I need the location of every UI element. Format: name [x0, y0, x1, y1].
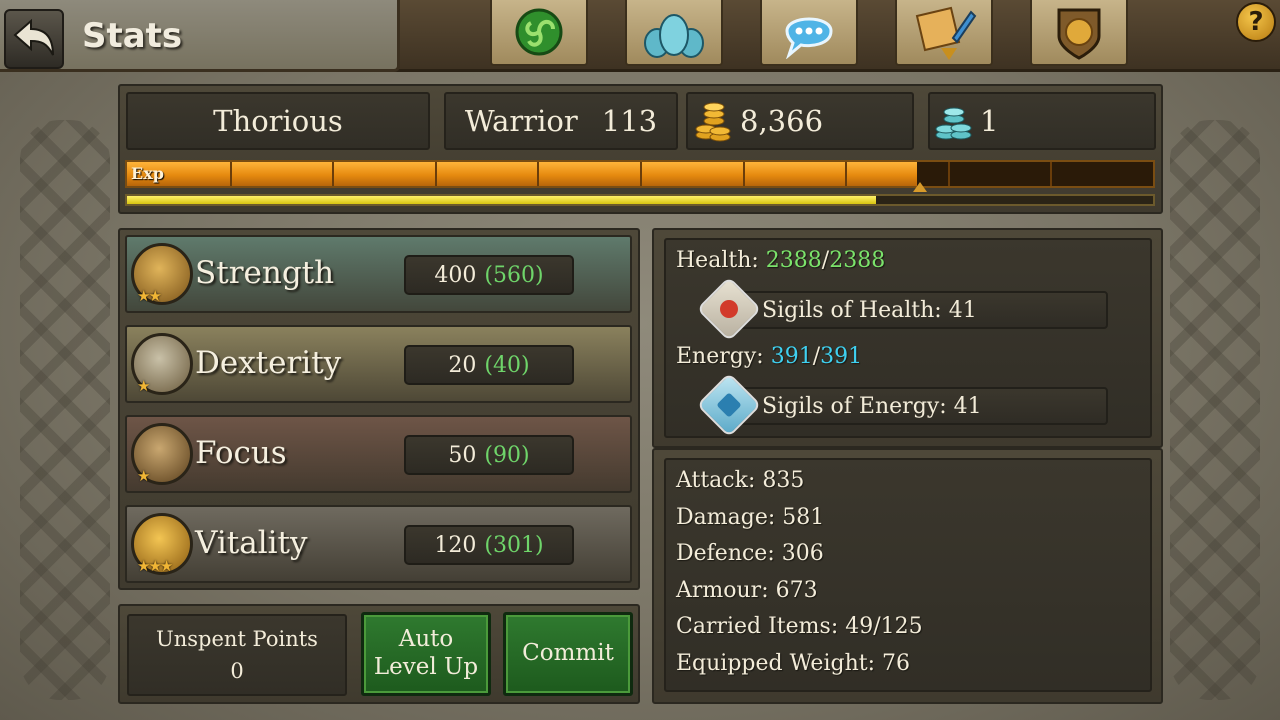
help-button[interactable]: ? [1236, 2, 1276, 42]
strength-total: (560) [484, 262, 544, 288]
chat-icon [785, 17, 833, 59]
experience-segment-divider [332, 162, 335, 186]
secondary-progress-fill [127, 196, 876, 204]
platinum-amount: 1 [980, 104, 999, 138]
attribute-name: Dexterity [195, 345, 342, 381]
commit-button[interactable]: Commit [503, 612, 633, 696]
auto-level-up-label-line2: Level Up [373, 654, 479, 680]
health-label: Health: [676, 248, 759, 273]
back-button[interactable] [4, 9, 64, 69]
commit-label: Commit [522, 640, 614, 667]
strength-stars: ★★ [137, 287, 162, 305]
attribute-row-focus: ★ Focus 50 (90) [125, 415, 632, 493]
sigils-of-energy: Sigils of Energy: 41 [762, 393, 982, 419]
strength-value: 400 (560) [404, 255, 574, 295]
combat-stat: Damage: 581 [676, 504, 825, 530]
unspent-points-value: 0 [230, 659, 244, 683]
experience-segment-divider [742, 162, 745, 186]
vitality-value: 120 (301) [404, 525, 574, 565]
experience-segment-divider [845, 162, 848, 186]
combat-stat: Defence: 306 [676, 541, 824, 567]
health-max: 2388 [829, 248, 886, 273]
nav-button-party[interactable] [625, 0, 723, 66]
guild-shield-icon [1057, 8, 1101, 60]
combat-stat: Attack: 835 [676, 468, 805, 493]
experience-segment-divider [947, 162, 950, 186]
page-title: Stats [82, 16, 183, 56]
focus-base: 50 [448, 442, 477, 468]
dexterity-value: 20 (40) [404, 345, 574, 385]
help-icon: ? [1248, 7, 1264, 37]
energy-label: Energy: [676, 344, 764, 369]
left-knot-decoration [20, 120, 110, 700]
experience-label: Exp [131, 164, 164, 183]
vitality-base: 120 [434, 532, 477, 558]
experience-segment-divider [537, 162, 540, 186]
energy-line: Energy: 391/391 [676, 344, 862, 369]
right-knot-decoration [1170, 120, 1260, 700]
vitality-total: (301) [484, 532, 544, 558]
experience-segment-divider [1050, 162, 1053, 186]
energy-max: 391 [820, 344, 863, 369]
attribute-name: Vitality [195, 525, 308, 561]
sigils-of-energy-box: Sigils of Energy: 41 [740, 387, 1108, 425]
combat-stat: Carried Items: 49/125 [676, 614, 923, 640]
experience-marker [913, 182, 927, 192]
experience-segment-divider [640, 162, 642, 186]
nav-button-quests[interactable] [895, 0, 993, 66]
nav-button-guild[interactable] [1030, 0, 1128, 66]
character-level: 113 [601, 104, 658, 138]
attribute-row-strength: ★★ Strength 400 (560) [125, 235, 632, 313]
energy-current: 391 [770, 344, 813, 369]
party-icon [644, 14, 704, 58]
strength-base: 400 [434, 262, 477, 288]
character-class: Warrior [464, 104, 578, 138]
gold-coins-icon [695, 102, 731, 142]
energy-separator: / [812, 344, 821, 369]
character-name-cell: Thorious [126, 92, 430, 150]
character-name: Thorious [213, 104, 343, 138]
gold-cell: 8,366 [686, 92, 914, 150]
sigils-of-health: Sigils of Health: 41 [762, 297, 977, 323]
platinum-cell: 1 [928, 92, 1156, 150]
vitality-stars: ★★★ [137, 557, 173, 575]
dexterity-base: 20 [448, 352, 477, 378]
focus-stars: ★ [137, 467, 151, 485]
combat-stat: Armour: 673 [676, 577, 818, 603]
experience-bar: Exp [125, 160, 1155, 188]
secondary-progress-bar [125, 194, 1155, 206]
focus-value: 50 (90) [404, 435, 574, 475]
unspent-points-cell: Unspent Points 0 [127, 614, 347, 696]
attribute-name: Strength [195, 255, 335, 291]
auto-level-up-label-line1: Auto [398, 626, 454, 653]
auto-level-up-button[interactable]: Auto Level Up [361, 612, 491, 696]
back-arrow-icon [13, 19, 54, 56]
focus-total: (90) [484, 442, 530, 468]
sigils-of-health-box: Sigils of Health: 41 [740, 291, 1108, 329]
platinum-coins-icon [935, 107, 972, 140]
triskelion-icon [515, 8, 563, 56]
dexterity-total: (40) [484, 352, 530, 378]
attribute-name: Focus [195, 435, 287, 471]
experience-bar-fill [127, 162, 918, 186]
experience-segment-divider [229, 162, 232, 186]
nav-button-triskelion[interactable] [490, 0, 588, 66]
nav-button-chat[interactable] [760, 0, 858, 66]
class-level-cell: Warrior 113 [444, 92, 678, 150]
health-current: 2388 [765, 248, 822, 273]
attribute-row-dexterity: ★ Dexterity 20 (40) [125, 325, 632, 403]
gold-amount: 8,366 [740, 104, 824, 138]
unspent-points-label: Unspent Points [156, 627, 318, 651]
quest-scroll-icon [915, 6, 977, 60]
attribute-row-vitality: ★★★ Vitality 120 (301) [125, 505, 632, 583]
dexterity-stars: ★ [137, 377, 151, 395]
combat-stat: Equipped Weight: 76 [676, 651, 910, 676]
experience-segment-divider [434, 162, 437, 186]
health-line: Health: 2388/2388 [676, 248, 885, 273]
